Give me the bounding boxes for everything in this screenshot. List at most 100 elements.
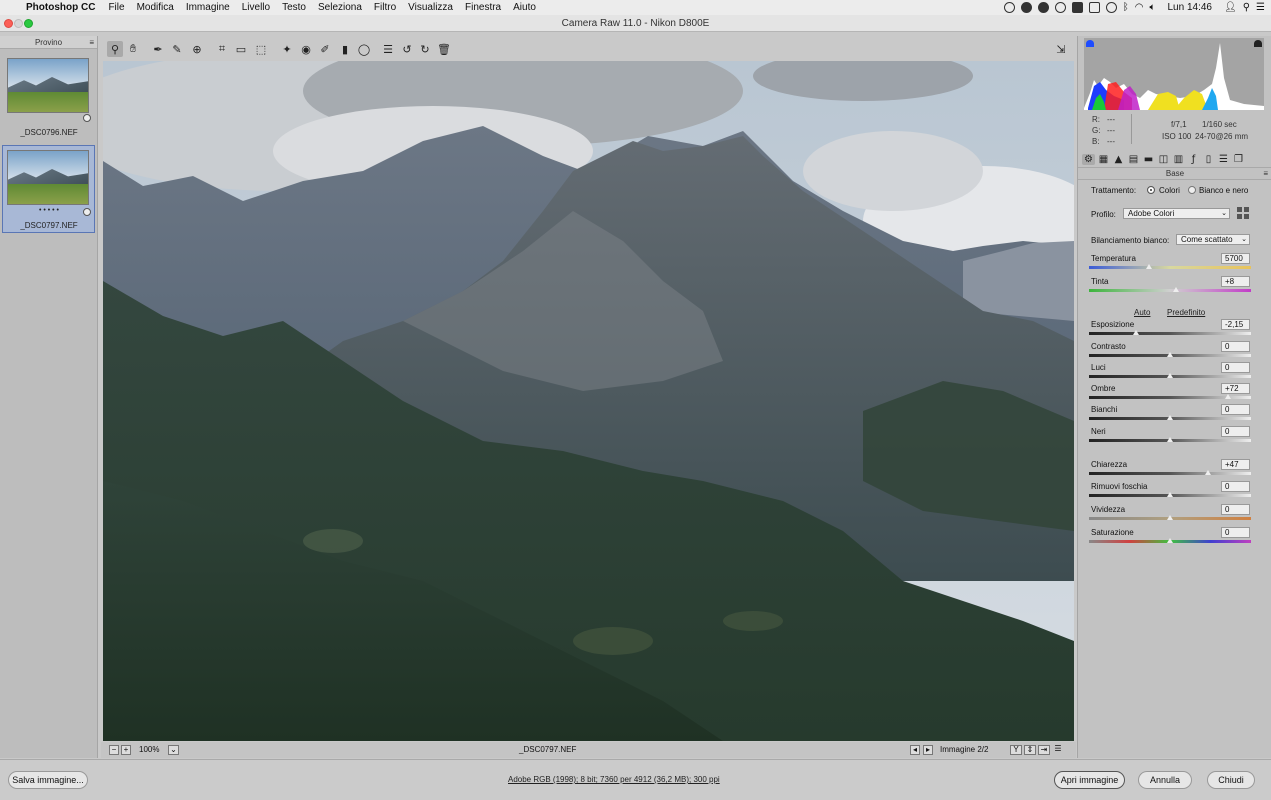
panel-menu-icon[interactable]: ≡ — [1263, 168, 1268, 180]
tab-base-icon[interactable]: ⚙ — [1082, 153, 1095, 165]
slider-value-field[interactable]: 0 — [1221, 504, 1250, 515]
slider-thumb[interactable] — [1167, 373, 1173, 378]
zoom-in-button[interactable]: + — [121, 745, 131, 755]
slider-value-field[interactable]: -2,15 — [1221, 319, 1250, 330]
swap-settings-button[interactable]: ⇕ — [1024, 745, 1036, 755]
slider-value-field[interactable]: +47 — [1221, 459, 1250, 470]
slider-track[interactable] — [1089, 289, 1251, 292]
copy-settings-button[interactable]: ⇥ — [1038, 745, 1050, 755]
slider-track[interactable] — [1089, 266, 1251, 269]
slider-value-field[interactable]: 0 — [1221, 362, 1250, 373]
highlight-clipping-icon[interactable] — [1254, 40, 1262, 47]
volume-icon[interactable]: 🔈︎ — [1150, 2, 1156, 13]
white-balance-icon[interactable]: ✒ — [150, 41, 166, 57]
battery-status-icon[interactable] — [1088, 2, 1100, 13]
menu-immagine[interactable]: Immagine — [180, 2, 236, 13]
tab-presets-icon[interactable]: ☰ — [1217, 154, 1230, 165]
open-image-button[interactable]: Apri immagine — [1054, 771, 1125, 789]
rotate-left-icon[interactable]: ↺ — [399, 41, 415, 57]
crop-icon[interactable]: ⌗ — [214, 41, 230, 57]
menu-file[interactable]: File — [102, 2, 130, 13]
menu-finestra[interactable]: Finestra — [459, 2, 507, 13]
slider-thumb[interactable] — [1145, 264, 1152, 269]
menu-testo[interactable]: Testo — [276, 2, 312, 13]
slider-thumb[interactable] — [1167, 437, 1173, 442]
slider-value-field[interactable]: +8 — [1221, 276, 1250, 287]
tab-snapshots-icon[interactable]: ❐ — [1232, 154, 1245, 165]
image-preview[interactable] — [103, 61, 1074, 741]
tab-lens-icon[interactable]: ◫ — [1157, 154, 1170, 165]
slider-track[interactable] — [1089, 332, 1251, 335]
tab-transform-icon[interactable]: ▥ — [1172, 154, 1185, 165]
user-icon[interactable]: 👤︎ — [1224, 2, 1237, 13]
slider-thumb[interactable] — [1167, 538, 1173, 543]
zoom-out-button[interactable]: − — [109, 745, 119, 755]
menu-visualizza[interactable]: Visualizza — [402, 2, 459, 13]
rotate-right-icon[interactable]: ↻ — [417, 41, 433, 57]
profile-browser-icon[interactable] — [1237, 207, 1249, 219]
color-sampler-icon[interactable]: ✎ — [169, 41, 185, 57]
close-window-button[interactable] — [4, 19, 13, 28]
minimize-window-button[interactable] — [14, 19, 23, 28]
before-after-y-button[interactable]: Y — [1010, 745, 1022, 755]
auto-link[interactable]: Auto — [1134, 308, 1150, 317]
notification-list-icon[interactable]: ☰ — [1256, 2, 1265, 13]
filmstrip-menu-icon[interactable]: ≡ — [89, 36, 94, 49]
white-balance-dropdown[interactable]: Come scattato ⌄ — [1176, 234, 1250, 245]
trash-icon[interactable]: 🗑︎ — [436, 41, 452, 57]
thumbnail-dsc0797[interactable] — [7, 150, 89, 205]
menu-app-name[interactable]: Photoshop CC — [18, 2, 102, 13]
save-image-button[interactable]: Salva immagine... — [8, 771, 88, 789]
slider-thumb[interactable] — [1167, 492, 1173, 497]
spotlight-icon[interactable]: ⚲ — [1243, 2, 1250, 13]
straighten-icon[interactable]: ▭ — [233, 41, 249, 57]
document-icon[interactable] — [1071, 2, 1083, 13]
tab-hsl-icon[interactable]: ▤ — [1127, 154, 1140, 165]
targeted-adjustment-icon[interactable]: ⊕ — [189, 41, 205, 57]
slider-thumb[interactable] — [1225, 394, 1232, 399]
radial-filter-icon[interactable]: ◯ — [356, 41, 372, 57]
tab-split-toning-icon[interactable]: ▬ — [1142, 154, 1155, 165]
tab-tone-curve-icon[interactable]: ▦ — [1097, 154, 1110, 165]
transform-icon[interactable]: ⬚ — [253, 41, 269, 57]
clock[interactable]: Lun 14:46 — [1168, 2, 1213, 13]
menu-filtro[interactable]: Filtro — [368, 2, 402, 13]
creative-cloud-icon[interactable] — [1003, 2, 1015, 13]
skype-icon[interactable] — [1037, 2, 1049, 13]
slider-track[interactable] — [1089, 472, 1251, 475]
cancel-button[interactable]: Annulla — [1138, 771, 1192, 789]
slider-value-field[interactable]: 0 — [1221, 404, 1250, 415]
slider-value-field[interactable]: +72 — [1221, 383, 1250, 394]
zoom-level[interactable]: 100% — [139, 745, 159, 754]
menu-seleziona[interactable]: Seleziona — [312, 2, 368, 13]
slider-value-field[interactable]: 0 — [1221, 426, 1250, 437]
slider-thumb[interactable] — [1167, 352, 1173, 357]
red-eye-icon[interactable]: ◉ — [298, 41, 314, 57]
fullscreen-toggle-icon[interactable]: ⇲ — [1053, 41, 1069, 57]
slider-thumb[interactable] — [1205, 470, 1212, 475]
adjustment-brush-icon[interactable]: ✐ — [317, 41, 333, 57]
tab-calibration-icon[interactable]: ▯ — [1202, 154, 1215, 165]
graduated-filter-icon[interactable]: ▮ — [337, 41, 353, 57]
profile-dropdown[interactable]: Adobe Colori ⌄ — [1123, 208, 1230, 219]
default-link[interactable]: Predefinito — [1167, 308, 1205, 317]
wifi-icon[interactable]: ◠ — [1135, 2, 1144, 13]
eye-icon[interactable] — [1020, 2, 1032, 13]
slider-thumb[interactable] — [1173, 287, 1180, 292]
thumbnail-dsc0796[interactable] — [7, 58, 89, 113]
slider-thumb[interactable] — [1132, 330, 1139, 335]
preferences-icon[interactable]: ☰ — [380, 41, 396, 57]
tab-effects-icon[interactable]: ƒ — [1187, 154, 1200, 165]
next-image-button[interactable]: ▸ — [923, 745, 933, 755]
bluetooth-icon[interactable]: ᛒ — [1123, 2, 1129, 13]
slider-value-field[interactable]: 0 — [1221, 341, 1250, 352]
shadow-clipping-icon[interactable] — [1086, 40, 1094, 47]
treatment-color-radio[interactable] — [1147, 186, 1155, 194]
time-machine-icon[interactable] — [1105, 2, 1117, 13]
menu-livello[interactable]: Livello — [236, 2, 276, 13]
zoom-window-button[interactable] — [24, 19, 33, 28]
menu-aiuto[interactable]: Aiuto — [507, 2, 542, 13]
done-button[interactable]: Chiudi — [1207, 771, 1255, 789]
previous-image-button[interactable]: ◂ — [910, 745, 920, 755]
tab-detail-icon[interactable]: ▲ — [1112, 154, 1125, 165]
